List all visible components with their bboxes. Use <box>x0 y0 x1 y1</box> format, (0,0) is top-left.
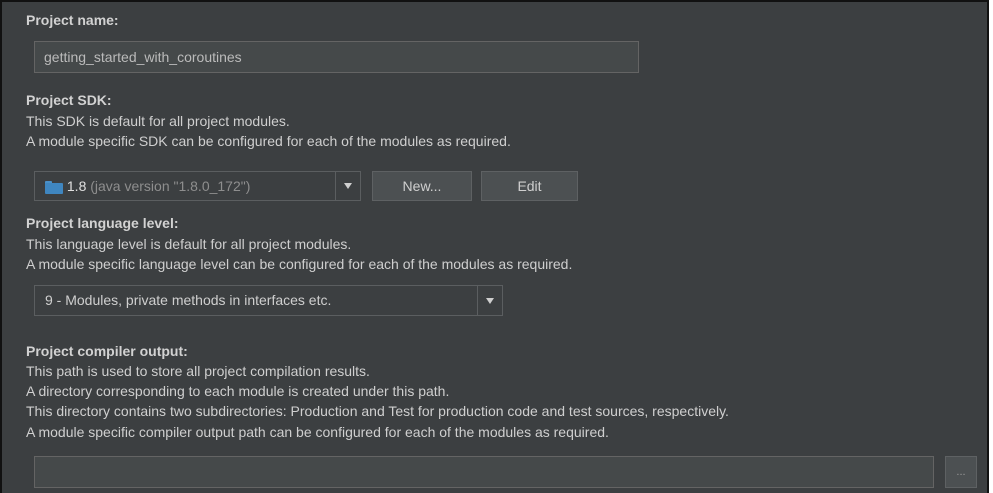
compiler-output-label: Project compiler output: <box>26 343 188 359</box>
project-sdk-label: Project SDK: <box>26 92 112 108</box>
sdk-version: 1.8 <box>66 178 87 194</box>
language-level-value: 9 - Modules, private methods in interfac… <box>45 292 332 308</box>
compiler-output-browse-button[interactable]: ... <box>945 456 977 488</box>
project-sdk-desc-2: A module specific SDK can be configured … <box>26 133 511 149</box>
compiler-output-desc-4: A module specific compiler output path c… <box>26 424 609 440</box>
sdk-dropdown[interactable]: 1.8 (java version "1.8.0_172") <box>34 171 361 201</box>
compiler-output-desc-3: This directory contains two subdirectori… <box>26 403 729 419</box>
sdk-dropdown-arrow[interactable] <box>335 172 360 200</box>
language-level-label: Project language level: <box>26 215 179 231</box>
language-level-desc-2: A module specific language level can be … <box>26 256 573 272</box>
sdk-dropdown-value: 1.8 (java version "1.8.0_172") <box>45 172 250 200</box>
sdk-edit-button[interactable]: Edit <box>481 171 578 201</box>
sdk-folder-icon <box>45 180 63 194</box>
project-name-label: Project name: <box>26 12 119 28</box>
project-settings-panel: Project name: getting_started_with_corou… <box>0 0 989 493</box>
compiler-output-path-input[interactable] <box>34 456 934 488</box>
language-level-desc-1: This language level is default for all p… <box>26 236 352 252</box>
chevron-down-icon <box>344 183 352 189</box>
language-level-dropdown[interactable]: 9 - Modules, private methods in interfac… <box>34 285 503 316</box>
compiler-output-desc-2: A directory corresponding to each module… <box>26 383 450 399</box>
chevron-down-icon <box>486 297 494 304</box>
project-sdk-desc-1: This SDK is default for all project modu… <box>26 113 290 129</box>
language-level-dropdown-arrow[interactable] <box>477 286 502 315</box>
sdk-new-button[interactable]: New... <box>372 171 472 201</box>
project-name-input[interactable]: getting_started_with_coroutines <box>34 41 639 73</box>
compiler-output-desc-1: This path is used to store all project c… <box>26 363 370 379</box>
sdk-version-detail: (java version "1.8.0_172") <box>90 178 251 194</box>
